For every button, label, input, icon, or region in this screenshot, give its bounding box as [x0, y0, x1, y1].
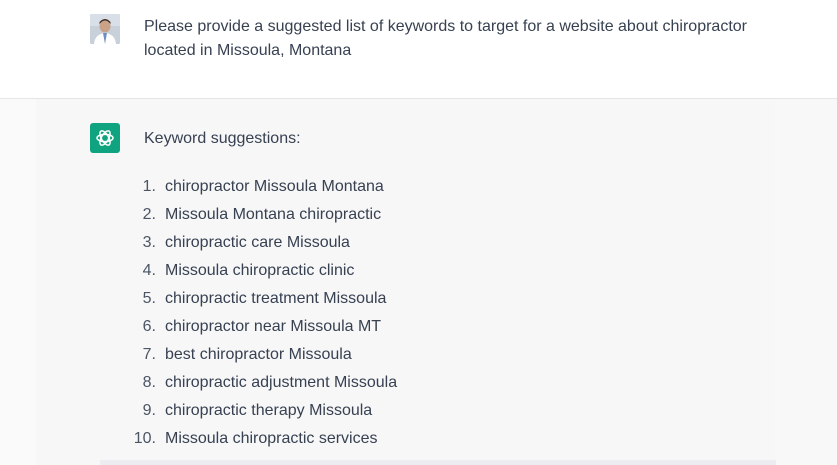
keyword-text: chiropractic therapy Missoula [165, 402, 373, 419]
assistant-avatar [90, 123, 120, 153]
keyword-text: chiropractor near Missoula MT [165, 318, 382, 335]
list-item: 1. chiropractor Missoula Montana [130, 175, 397, 203]
user-avatar [90, 14, 120, 44]
list-item: 10. Missoula chiropractic services [130, 427, 397, 455]
list-item: 6. chiropractor near Missoula MT [130, 315, 397, 343]
keyword-text: chiropractic treatment Missoula [165, 290, 387, 307]
openai-logo-icon [96, 130, 114, 146]
keyword-text: Missoula Montana chiropractic [165, 206, 382, 223]
assistant-intro-text: Keyword suggestions: [144, 130, 301, 147]
assistant-message: Keyword suggestions: 1. chiropractor Mis… [0, 99, 837, 465]
list-number: 9. [142, 402, 156, 419]
keyword-text: Missoula chiropractic services [165, 430, 378, 447]
keyword-text: chiropractor Missoula Montana [165, 178, 384, 195]
keyword-text: Missoula chiropractic clinic [165, 262, 355, 279]
list-number: 6. [142, 318, 156, 335]
keyword-text: chiropractic adjustment Missoula [165, 374, 398, 391]
list-number: 4. [142, 262, 156, 279]
list-number: 1. [142, 178, 156, 195]
user-photo-icon [90, 14, 120, 44]
list-number: 2. [142, 206, 156, 223]
list-number: 5. [142, 290, 156, 307]
list-item: 8. chiropractic adjustment Missoula [130, 371, 397, 399]
list-item: 4. Missoula chiropractic clinic [130, 259, 397, 287]
keyword-list: 1. chiropractor Missoula Montana 2. Miss… [130, 175, 397, 455]
chat-page: Please provide a suggested list of keywo… [0, 0, 837, 465]
list-number: 10. [133, 430, 156, 447]
keyword-text: chiropractic care Missoula [165, 234, 350, 251]
list-item: 7. best chiropractor Missoula [130, 343, 397, 371]
input-area-edge [100, 460, 776, 465]
user-message-text: Please provide a suggested list of keywo… [144, 18, 747, 59]
keyword-text: best chiropractor Missoula [165, 346, 352, 363]
list-item: 3. chiropractic care Missoula [130, 231, 397, 259]
user-message: Please provide a suggested list of keywo… [0, 0, 837, 99]
list-number: 3. [142, 234, 156, 251]
list-number: 7. [142, 346, 156, 363]
list-item: 9. chiropractic therapy Missoula [130, 399, 397, 427]
list-item: 5. chiropractic treatment Missoula [130, 287, 397, 315]
list-number: 8. [142, 374, 156, 391]
list-item: 2. Missoula Montana chiropractic [130, 203, 397, 231]
